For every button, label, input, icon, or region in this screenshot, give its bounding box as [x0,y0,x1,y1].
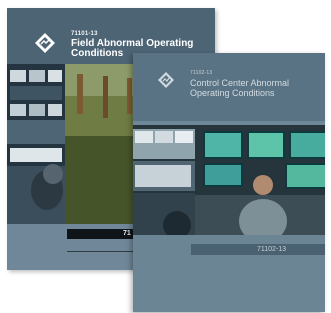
book-code: 71102-13 [190,70,213,76]
bar-code-label: 71102-13 [257,246,287,253]
book-code: 71101-13 [71,31,98,37]
book-cover-control-center: 71102-13 Control Center Abnormal Operati… [133,53,325,312]
bar-code-label: 71 [123,230,131,237]
diamond-emblem-icon [35,33,55,53]
diamond-emblem-icon [158,72,174,88]
cover-photo [133,125,325,235]
stage: 71101-13 Field Abnormal Operating Condit… [0,0,331,313]
divider [67,251,137,252]
book-title: Control Center Abnormal Operating Condit… [190,78,290,98]
